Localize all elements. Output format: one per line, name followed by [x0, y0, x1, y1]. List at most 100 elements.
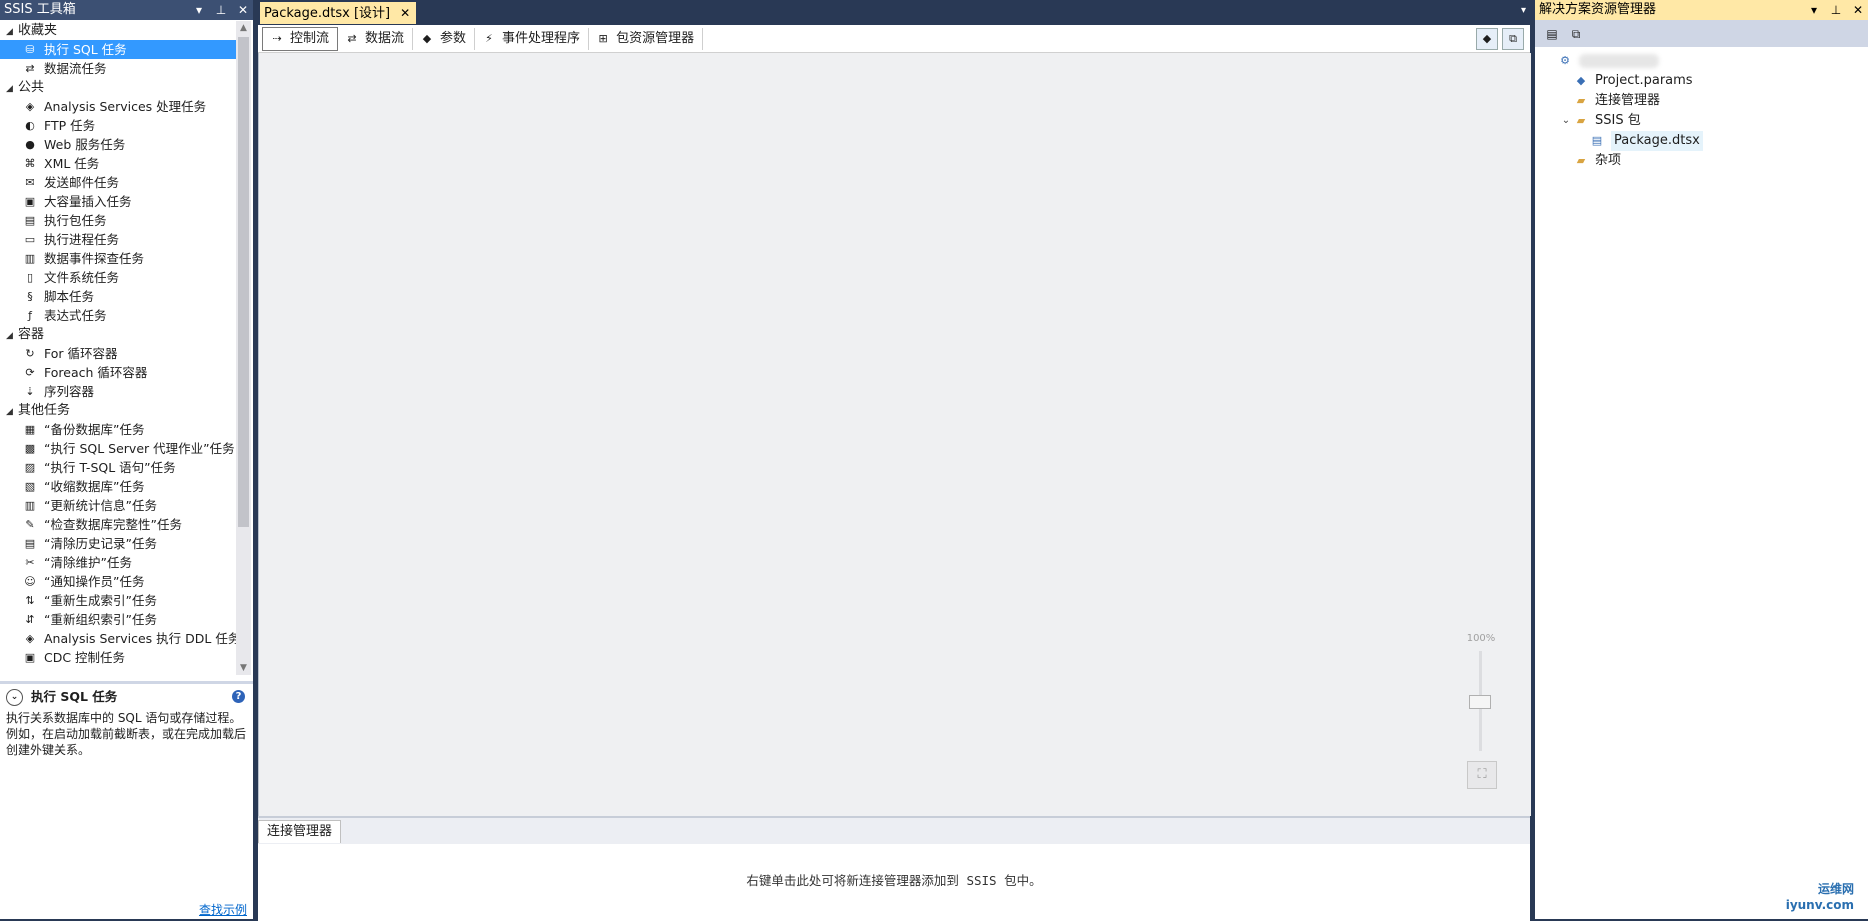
designer-tab-label: 数据流	[365, 30, 405, 46]
toolbox-item-label: “清除维护”任务	[44, 555, 132, 570]
toolbox-item[interactable]: ▤ 执行包任务	[0, 211, 236, 230]
toolbox-group-header[interactable]: ◢ 其他任务	[0, 401, 236, 420]
toolbox-item[interactable]: ↻ For 循环容器	[0, 344, 236, 363]
toolbox-item[interactable]: ◈ Analysis Services 处理任务	[0, 97, 236, 116]
toolbox-item-label: “通知操作员”任务	[44, 574, 145, 589]
toolbox-item[interactable]: ⛁ 执行 SQL 任务	[0, 40, 236, 59]
dropdown-icon[interactable]: ▾	[192, 0, 206, 20]
zoom-to-fit-icon[interactable]: ⛶	[1467, 761, 1497, 789]
toolbox-group-label: 公共	[18, 80, 45, 95]
toolbox-group-header[interactable]: ◢ 公共	[0, 78, 236, 97]
toolbox-item[interactable]: ◐ FTP 任务	[0, 116, 236, 135]
close-tab-icon[interactable]: ✕	[400, 6, 410, 20]
scroll-up-icon[interactable]: ▲	[236, 21, 251, 35]
toolbox-item[interactable]: ⇅ “重新生成索引”任务	[0, 591, 236, 610]
toolbox-item[interactable]: ▣ 大容量插入任务	[0, 192, 236, 211]
variables-icon[interactable]: ◆	[1476, 28, 1498, 50]
tree-item[interactable]: ▤ Package.dtsx	[1535, 131, 1868, 151]
control-flow-canvas[interactable]: 100% ⛶	[258, 53, 1531, 816]
expand-icon[interactable]: ⌄	[1559, 111, 1573, 131]
group-collapse-icon[interactable]: ◢	[6, 23, 18, 42]
dropdown-icon[interactable]: ▾	[1807, 0, 1821, 20]
toolbox-item[interactable]: ▭ 执行进程任务	[0, 230, 236, 249]
toolbox-item[interactable]: ● Web 服务任务	[0, 135, 236, 154]
collapse-icon[interactable]: ⌄	[6, 689, 23, 706]
data-flow-icon: ⇄	[25, 61, 35, 75]
group-collapse-icon[interactable]: ◢	[6, 403, 18, 422]
find-examples-link[interactable]: 查找示例	[199, 901, 247, 918]
for-loop-icon: ↻	[25, 346, 35, 360]
cleanup-icon: ✂	[25, 555, 35, 569]
toolbox-item-label: 大容量插入任务	[44, 194, 132, 209]
tree-item-label: SSIS 包	[1595, 113, 1641, 128]
tree-item[interactable]: ▰ 连接管理器	[1535, 91, 1868, 111]
toolbox-item[interactable]: ƒ 表达式任务	[0, 306, 236, 325]
toolbox-item[interactable]: ▦ “备份数据库”任务	[0, 420, 236, 439]
toolbox-description-pane: ⌄ 执行 SQL 任务 ? 执行关系数据库中的 SQL 语句或存储过程。例如，在启…	[0, 681, 253, 919]
group-collapse-icon[interactable]: ◢	[6, 80, 18, 99]
designer-tab[interactable]: ⇢ 控制流	[262, 26, 339, 51]
designer-tab[interactable]: ◆ 参数	[413, 27, 476, 50]
xml-icon: ⌘	[24, 156, 36, 170]
toolbox-item[interactable]: ▩ “执行 SQL Server 代理作业”任务	[0, 439, 236, 458]
scroll-down-icon[interactable]: ▼	[236, 661, 251, 675]
tree-item-label: 连接管理器	[1595, 93, 1661, 108]
watermark: 运维网 iyunv.com	[1786, 881, 1854, 913]
bulk-insert-icon: ▣	[24, 194, 36, 208]
pin-icon[interactable]: ⊥	[214, 0, 228, 20]
tree-item[interactable]: ⌄ ▰ SSIS 包	[1535, 111, 1868, 131]
toolbox-item[interactable]: ▥ 数据事件探查任务	[0, 249, 236, 268]
tree-item-label: 杂项	[1595, 153, 1622, 168]
tab-list-dropdown-icon[interactable]: ▾	[1521, 5, 1526, 16]
tree-item[interactable]: ◆ Project.params	[1535, 71, 1868, 91]
toolbox-item[interactable]: ✉ 发送邮件任务	[0, 173, 236, 192]
toolbox-item[interactable]: ⇣ 序列容器	[0, 382, 236, 401]
toolbox-item[interactable]: ▣ CDC 控制任务	[0, 648, 236, 667]
toolbox-item[interactable]: § 脚本任务	[0, 287, 236, 306]
group-collapse-icon[interactable]: ◢	[6, 327, 18, 346]
reorganize-index-icon: ⇵	[25, 612, 35, 626]
scrollbar-thumb[interactable]	[238, 37, 249, 527]
toolbox-item[interactable]: ⟳ Foreach 循环容器	[0, 363, 236, 382]
toolbox-item[interactable]: ▯ 文件系统任务	[0, 268, 236, 287]
toolbox-item[interactable]: ☺ “通知操作员”任务	[0, 572, 236, 591]
zoom-slider-thumb[interactable]	[1469, 695, 1491, 709]
designer-tab[interactable]: ⇄ 数据流	[338, 27, 414, 50]
toolbox-item[interactable]: ▨ “执行 T-SQL 语句”任务	[0, 458, 236, 477]
folder-icon: ▰	[1576, 154, 1586, 167]
document-tab-label: Package.dtsx [设计]	[264, 6, 391, 21]
toolbox-toggle-icon[interactable]: ⧉	[1502, 28, 1524, 50]
help-icon[interactable]: ?	[232, 690, 245, 703]
toolbox-item[interactable]: ▧ “收缩数据库”任务	[0, 477, 236, 496]
process-icon: ▭	[24, 232, 36, 246]
toolbox-item[interactable]: ⇵ “重新组织索引”任务	[0, 610, 236, 629]
sequence-icon: ⇣	[25, 384, 35, 398]
toolbox-group-header[interactable]: ◢ 收藏夹	[0, 21, 236, 40]
cdc-icon: ▣	[24, 650, 36, 664]
toolbox-item[interactable]: ▥ “更新统计信息”任务	[0, 496, 236, 515]
toolbox-item[interactable]: ✂ “清除维护”任务	[0, 553, 236, 572]
tsql-icon: ▨	[24, 460, 36, 474]
toolbox-item[interactable]: ⌘ XML 任务	[0, 154, 236, 173]
toolbox-item[interactable]: ▤ “清除历史记录”任务	[0, 534, 236, 553]
toolbox-item[interactable]: ◈ Analysis Services 执行 DDL 任务	[0, 629, 236, 648]
tab-connection-managers[interactable]: 连接管理器	[258, 820, 342, 843]
close-icon[interactable]: ✕	[1851, 0, 1865, 20]
tree-item[interactable]: ▰ 杂项	[1535, 151, 1868, 171]
toolbox-item-label: 脚本任务	[44, 289, 95, 304]
properties-icon[interactable]: ▤	[1543, 25, 1561, 43]
close-icon[interactable]: ✕	[236, 0, 250, 20]
toolbox-group-header[interactable]: ◢ 容器	[0, 325, 236, 344]
toolbox-item[interactable]: ✎ “检查数据库完整性”任务	[0, 515, 236, 534]
tree-item[interactable]: ⚙	[1535, 51, 1868, 71]
toolbox-item[interactable]: ⇄ 数据流任务	[0, 59, 236, 78]
designer-tab[interactable]: ⊞ 包资源管理器	[589, 27, 704, 50]
pin-icon[interactable]: ⊥	[1829, 0, 1843, 20]
zoom-control: 100% ⛶	[1461, 633, 1501, 793]
tab-package-dtsx[interactable]: Package.dtsx [设计] ✕	[260, 2, 417, 24]
show-all-files-icon[interactable]: ⧉	[1567, 25, 1585, 43]
toolbox-list: ◢ 收藏夹 ⛁ 执行 SQL 任务 ⇄ 数据流任务 ◢ 公共 ◈ Analysis Service…	[0, 21, 236, 675]
toolbox-scrollbar[interactable]: ▲ ▼	[236, 21, 251, 675]
designer-tab[interactable]: ⚡ 事件处理程序	[475, 27, 590, 50]
connection-managers-pane[interactable]: 连接管理器 右键单击此处可将新连接管理器添加到 SSIS 包中。	[258, 816, 1530, 921]
